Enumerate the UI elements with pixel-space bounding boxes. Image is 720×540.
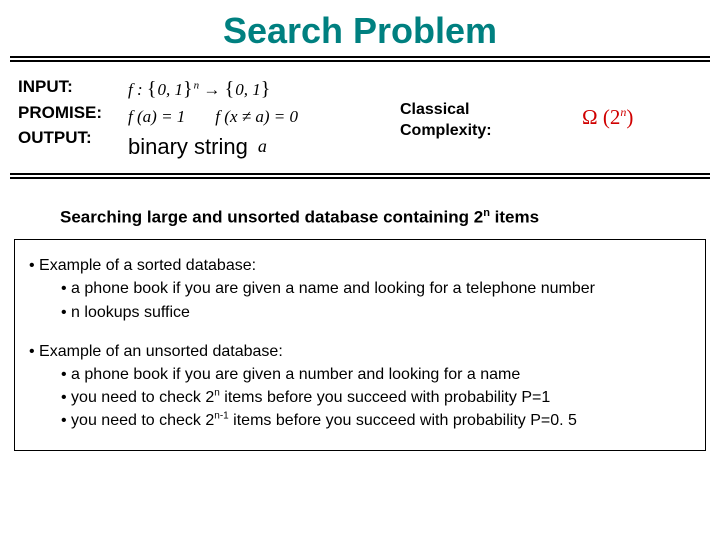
subtitle: Searching large and unsorted database co… [60, 207, 720, 228]
input-label: INPUT: [18, 74, 118, 100]
output-text: binary string [128, 130, 248, 163]
sorted-section: • Example of a sorted database: • a phon… [25, 254, 695, 324]
title-rule [0, 56, 720, 62]
output-variable: a [258, 133, 267, 160]
unsorted-bullet-3: • you need to check 2n-1 items before yo… [61, 409, 695, 432]
sorted-lead: • Example of a sorted database: [29, 254, 695, 277]
classical-complexity-label: Classical Complexity: [400, 100, 492, 142]
output-label: OUTPUT: [18, 125, 118, 151]
sorted-bullet-1: • a phone book if you are given a name a… [61, 277, 695, 300]
unsorted-lead: • Example of an unsorted database: [29, 340, 695, 363]
classical-complexity-value: Ω (2n) [582, 105, 633, 130]
unsorted-bullet-2: • you need to check 2n items before you … [61, 386, 695, 409]
unsorted-bullet-1: • a phone book if you are given a number… [61, 363, 695, 386]
examples-box: • Example of a sorted database: • a phon… [14, 239, 706, 451]
definition-formulas: f : {0, 1}n → {0, 1} f (a) = 1 f (x ≠ a)… [128, 74, 298, 163]
promise-formula-2: f (x ≠ a) = 0 [215, 104, 298, 130]
mid-rule [0, 173, 720, 179]
slide-title: Search Problem [0, 0, 720, 54]
sorted-bullet-2: • n lookups suffice [61, 301, 695, 324]
input-formula: f : {0, 1}n → {0, 1} [128, 74, 271, 104]
promise-label: PROMISE: [18, 100, 118, 126]
unsorted-section: • Example of an unsorted database: • a p… [25, 340, 695, 433]
definition-labels: INPUT: PROMISE: OUTPUT: [18, 74, 118, 151]
promise-formula-1: f (a) = 1 [128, 104, 185, 130]
